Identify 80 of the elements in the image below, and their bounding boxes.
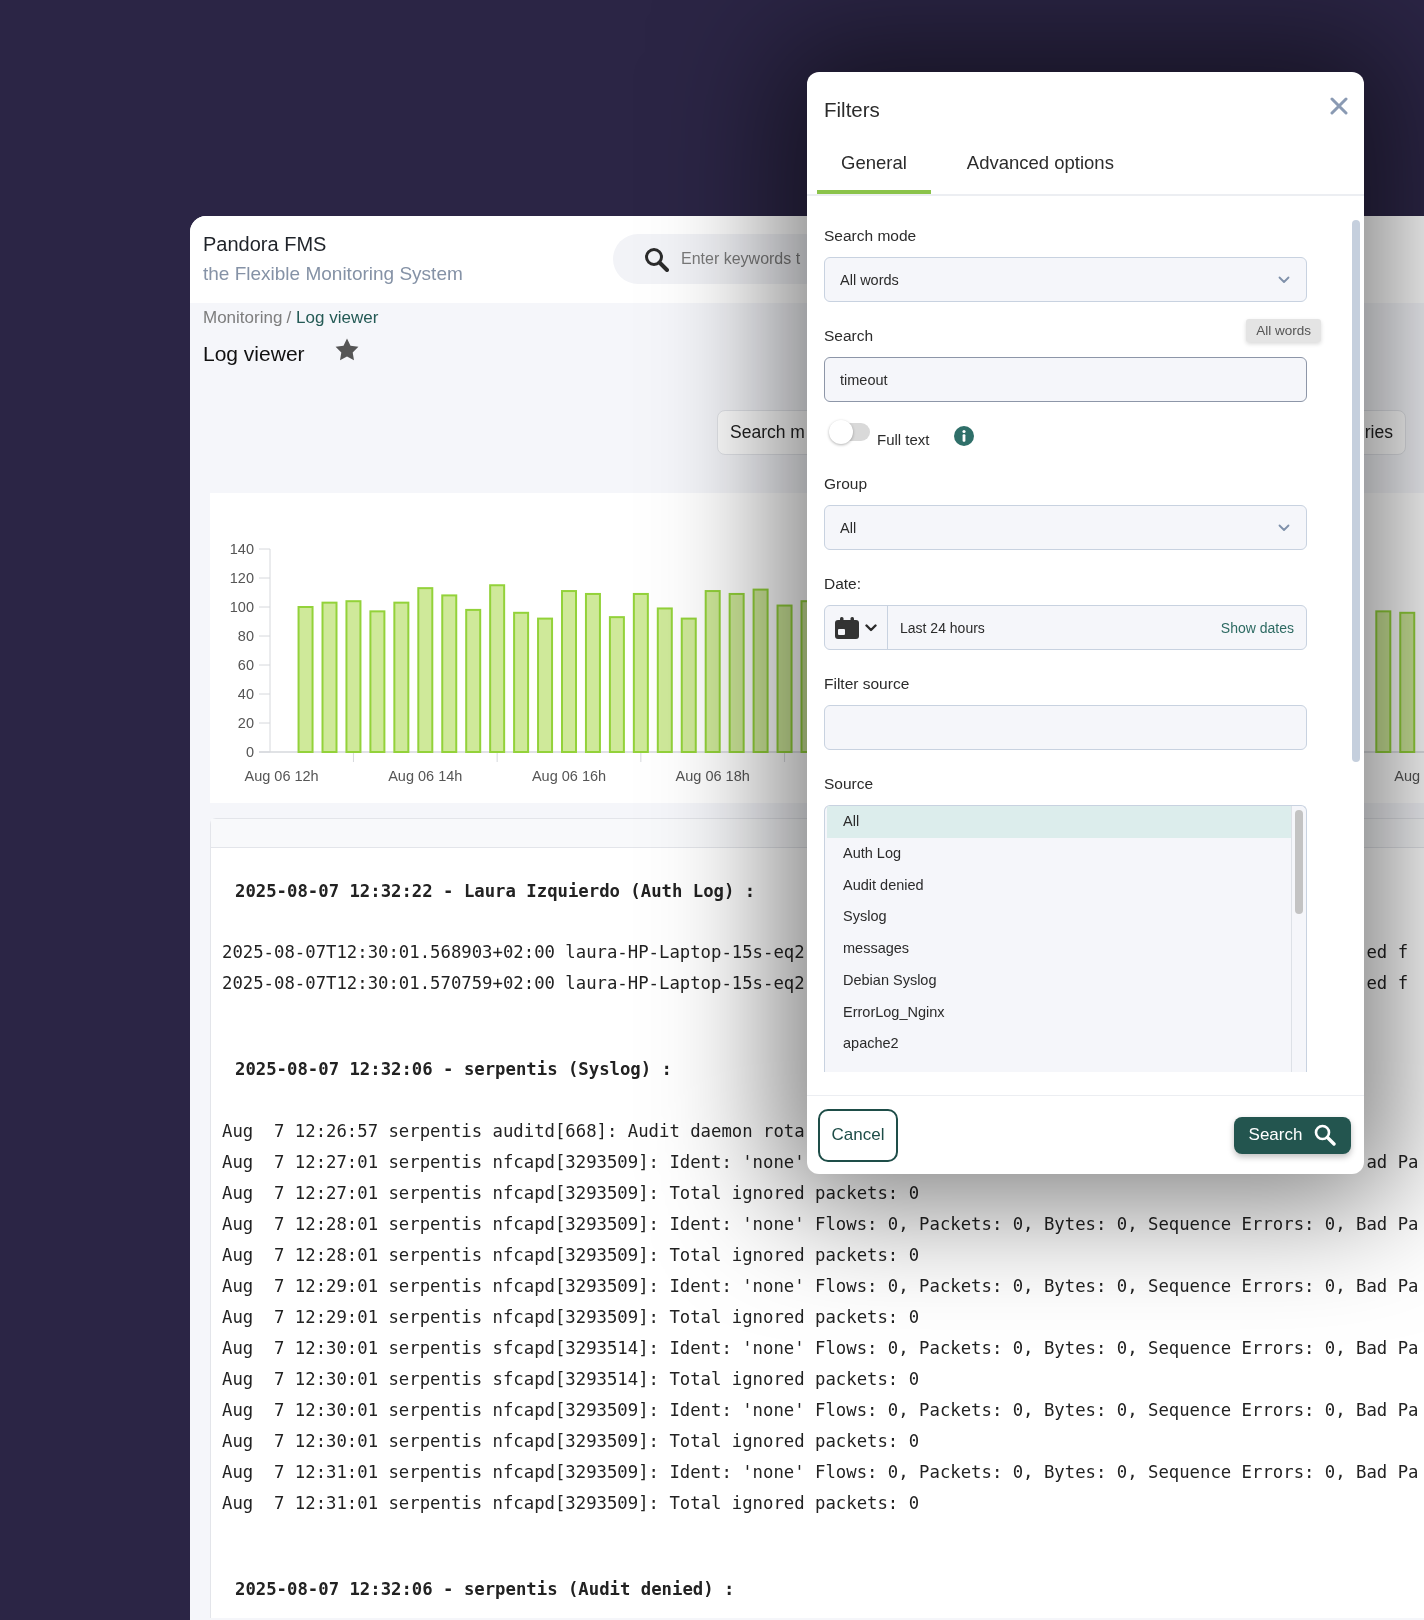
filter-source-input[interactable] [824, 705, 1307, 750]
breadcrumb-link[interactable]: Log viewer [296, 307, 379, 329]
tab[interactable]: General [817, 132, 931, 194]
full-text-toggle[interactable] [829, 420, 870, 444]
y-tick-label: 0 [245, 744, 254, 760]
field-label: Filter source [824, 674, 910, 694]
chevron-down-icon [1278, 275, 1290, 284]
log-line: Aug 7 12:30:01 serpentis nfcapd[3293509]: Ident: 'none' Flows: 0, Packets: 0, Bytes: 0, Sequence Errors: 0, Bad Pa [222, 1399, 1419, 1420]
breadcrumb-separator: / [286, 307, 292, 329]
log-entry-header: 2025-08-07 12:32:06 - serpentis (Audit denied) : [235, 1577, 735, 1601]
log-line: Aug 7 12:26:57 serpentis auditd[668]: Audit daemon rota [222, 1120, 805, 1141]
source-option[interactable]: apache2 [827, 1028, 1291, 1060]
y-tick-label: 40 [237, 686, 254, 702]
search-icon [644, 247, 669, 272]
source-option[interactable]: ErrorLog_Nginx [827, 996, 1291, 1029]
y-tick-label: 100 [229, 599, 254, 615]
scrollbar-thumb[interactable] [1352, 220, 1360, 762]
x-tick-label: Aug 06 18h [675, 768, 750, 784]
log-entry-header: 2025-08-07 12:32:06 - serpentis (Syslog) : [235, 1058, 672, 1081]
log-line: Aug 7 12:31:01 serpentis nfcapd[3293509]: Ident: 'none' Flows: 0, Packets: 0, Bytes: 0, Sequence Errors: 0, Bad Pa [222, 1461, 1419, 1482]
source-option[interactable]: Syslog [827, 901, 1291, 933]
log-line: Aug 7 12:30:01 serpentis sfcapd[3293514]: Ident: 'none' Flows: 0, Packets: 0, Bytes: 0, Sequence Errors: 0, Bad Pa [222, 1337, 1419, 1358]
full-text-label: Full text [877, 430, 930, 450]
log-line: Aug 7 12:28:01 serpentis nfcapd[3293509]: Ident: 'none' Flows: 0, Packets: 0, Bytes: 0, Sequence Errors: 0, Bad Pa [222, 1213, 1419, 1234]
x-tick-label: Aug 06 12h [244, 768, 319, 784]
y-tick-label: 60 [237, 657, 254, 673]
y-tick-label: 80 [237, 628, 254, 644]
log-line-end: ed f [1366, 972, 1409, 995]
source-option[interactable]: Audit denied [827, 869, 1291, 902]
log-line: Aug 7 12:31:01 serpentis nfcapd[3293509]: Total ignored packets: 0 [222, 1492, 920, 1513]
scrollbar-thumb[interactable] [1295, 810, 1303, 914]
app-subtitle: the Flexible Monitoring System [203, 262, 463, 286]
search-button[interactable]: Search [1234, 1116, 1351, 1154]
log-line: Aug 7 12:27:01 serpentis nfcapd[3293509]: Ident: 'none' [222, 1150, 805, 1174]
y-tick-label: 140 [229, 541, 254, 557]
dialog-title: Filters [824, 97, 880, 123]
date-range-value: Last 24 hours [900, 619, 985, 636]
log-line: Aug 7 12:28:01 serpentis nfcapd[3293509]: Total ignored packets: 0 [222, 1244, 920, 1265]
x-tick-label: Aug 06 14h [388, 768, 463, 784]
x-tick-label: Aug [1394, 768, 1421, 784]
calendar-icon [835, 616, 859, 639]
page-title: Log viewer [203, 341, 305, 367]
source-option[interactable]: Auth Log [827, 837, 1291, 870]
tooltip: All words [1246, 319, 1321, 342]
log-line: 2025-08-07T12:30:01.570759+02:00 laura-HP-Laptop-15s-eq2 [222, 972, 805, 995]
field-label: Date: [824, 574, 862, 594]
x-tick-label: Aug 06 16h [531, 768, 607, 784]
search-mode-select[interactable]: All words [824, 257, 1307, 302]
group-select[interactable]: All [824, 505, 1307, 550]
log-line: 2025-08-07T12:30:01.568903+02:00 laura-HP-Laptop-15s-eq2 [222, 941, 805, 964]
field-label: Source [824, 774, 874, 794]
source-listbox[interactable]: All Auth Log Audit denied Syslog messages Debian Syslog ErrorLog_Nginx apache2 [824, 805, 1307, 1072]
close-icon[interactable] [1330, 97, 1348, 115]
source-option[interactable]: Debian Syslog [827, 964, 1291, 997]
chevron-down-icon [865, 623, 877, 632]
y-tick-label: 20 [237, 715, 254, 731]
field-label: Group [824, 474, 868, 494]
field-label: Search [824, 326, 874, 346]
log-line-end: ed f [1366, 941, 1409, 964]
log-line: Aug 7 12:30:01 serpentis nfcapd[3293509]: Total ignored packets: 0 [222, 1430, 920, 1451]
log-line: Aug 7 12:29:01 serpentis nfcapd[3293509]: Ident: 'none' Flows: 0, Packets: 0, Bytes: 0, Sequence Errors: 0, Bad Pa [222, 1275, 1419, 1296]
search-icon [1314, 1124, 1337, 1146]
log-line-end: ad Pa [1366, 1150, 1419, 1174]
breadcrumb-link[interactable]: Monitoring [203, 307, 283, 329]
log-line: Aug 7 12:29:01 serpentis nfcapd[3293509]: Total ignored packets: 0 [222, 1306, 920, 1327]
date-range-field[interactable]: Last 24 hours Show dates [824, 605, 1307, 650]
y-tick-label: 120 [229, 570, 254, 586]
tab[interactable]: Advanced options [942, 132, 1138, 194]
chevron-down-icon [1278, 523, 1290, 532]
search-input[interactable]: timeout [824, 357, 1307, 402]
source-option[interactable]: All [827, 806, 1291, 838]
show-dates-link[interactable]: Show dates [1220, 619, 1294, 636]
cancel-button[interactable]: Cancel [818, 1108, 898, 1162]
app-title: Pandora FMS [203, 232, 327, 257]
log-entry-header: 2025-08-07 12:32:22 - Laura Izquierdo (Auth Log) : [235, 879, 756, 903]
log-line: Aug 7 12:27:01 serpentis nfcapd[3293509]: Total ignored packets: 0 [222, 1182, 920, 1203]
source-option[interactable]: messages [827, 933, 1291, 965]
info-icon[interactable] [953, 426, 974, 446]
star-icon[interactable] [334, 337, 359, 361]
log-line: Aug 7 12:30:01 serpentis sfcapd[3293514]: Total ignored packets: 0 [222, 1368, 920, 1389]
